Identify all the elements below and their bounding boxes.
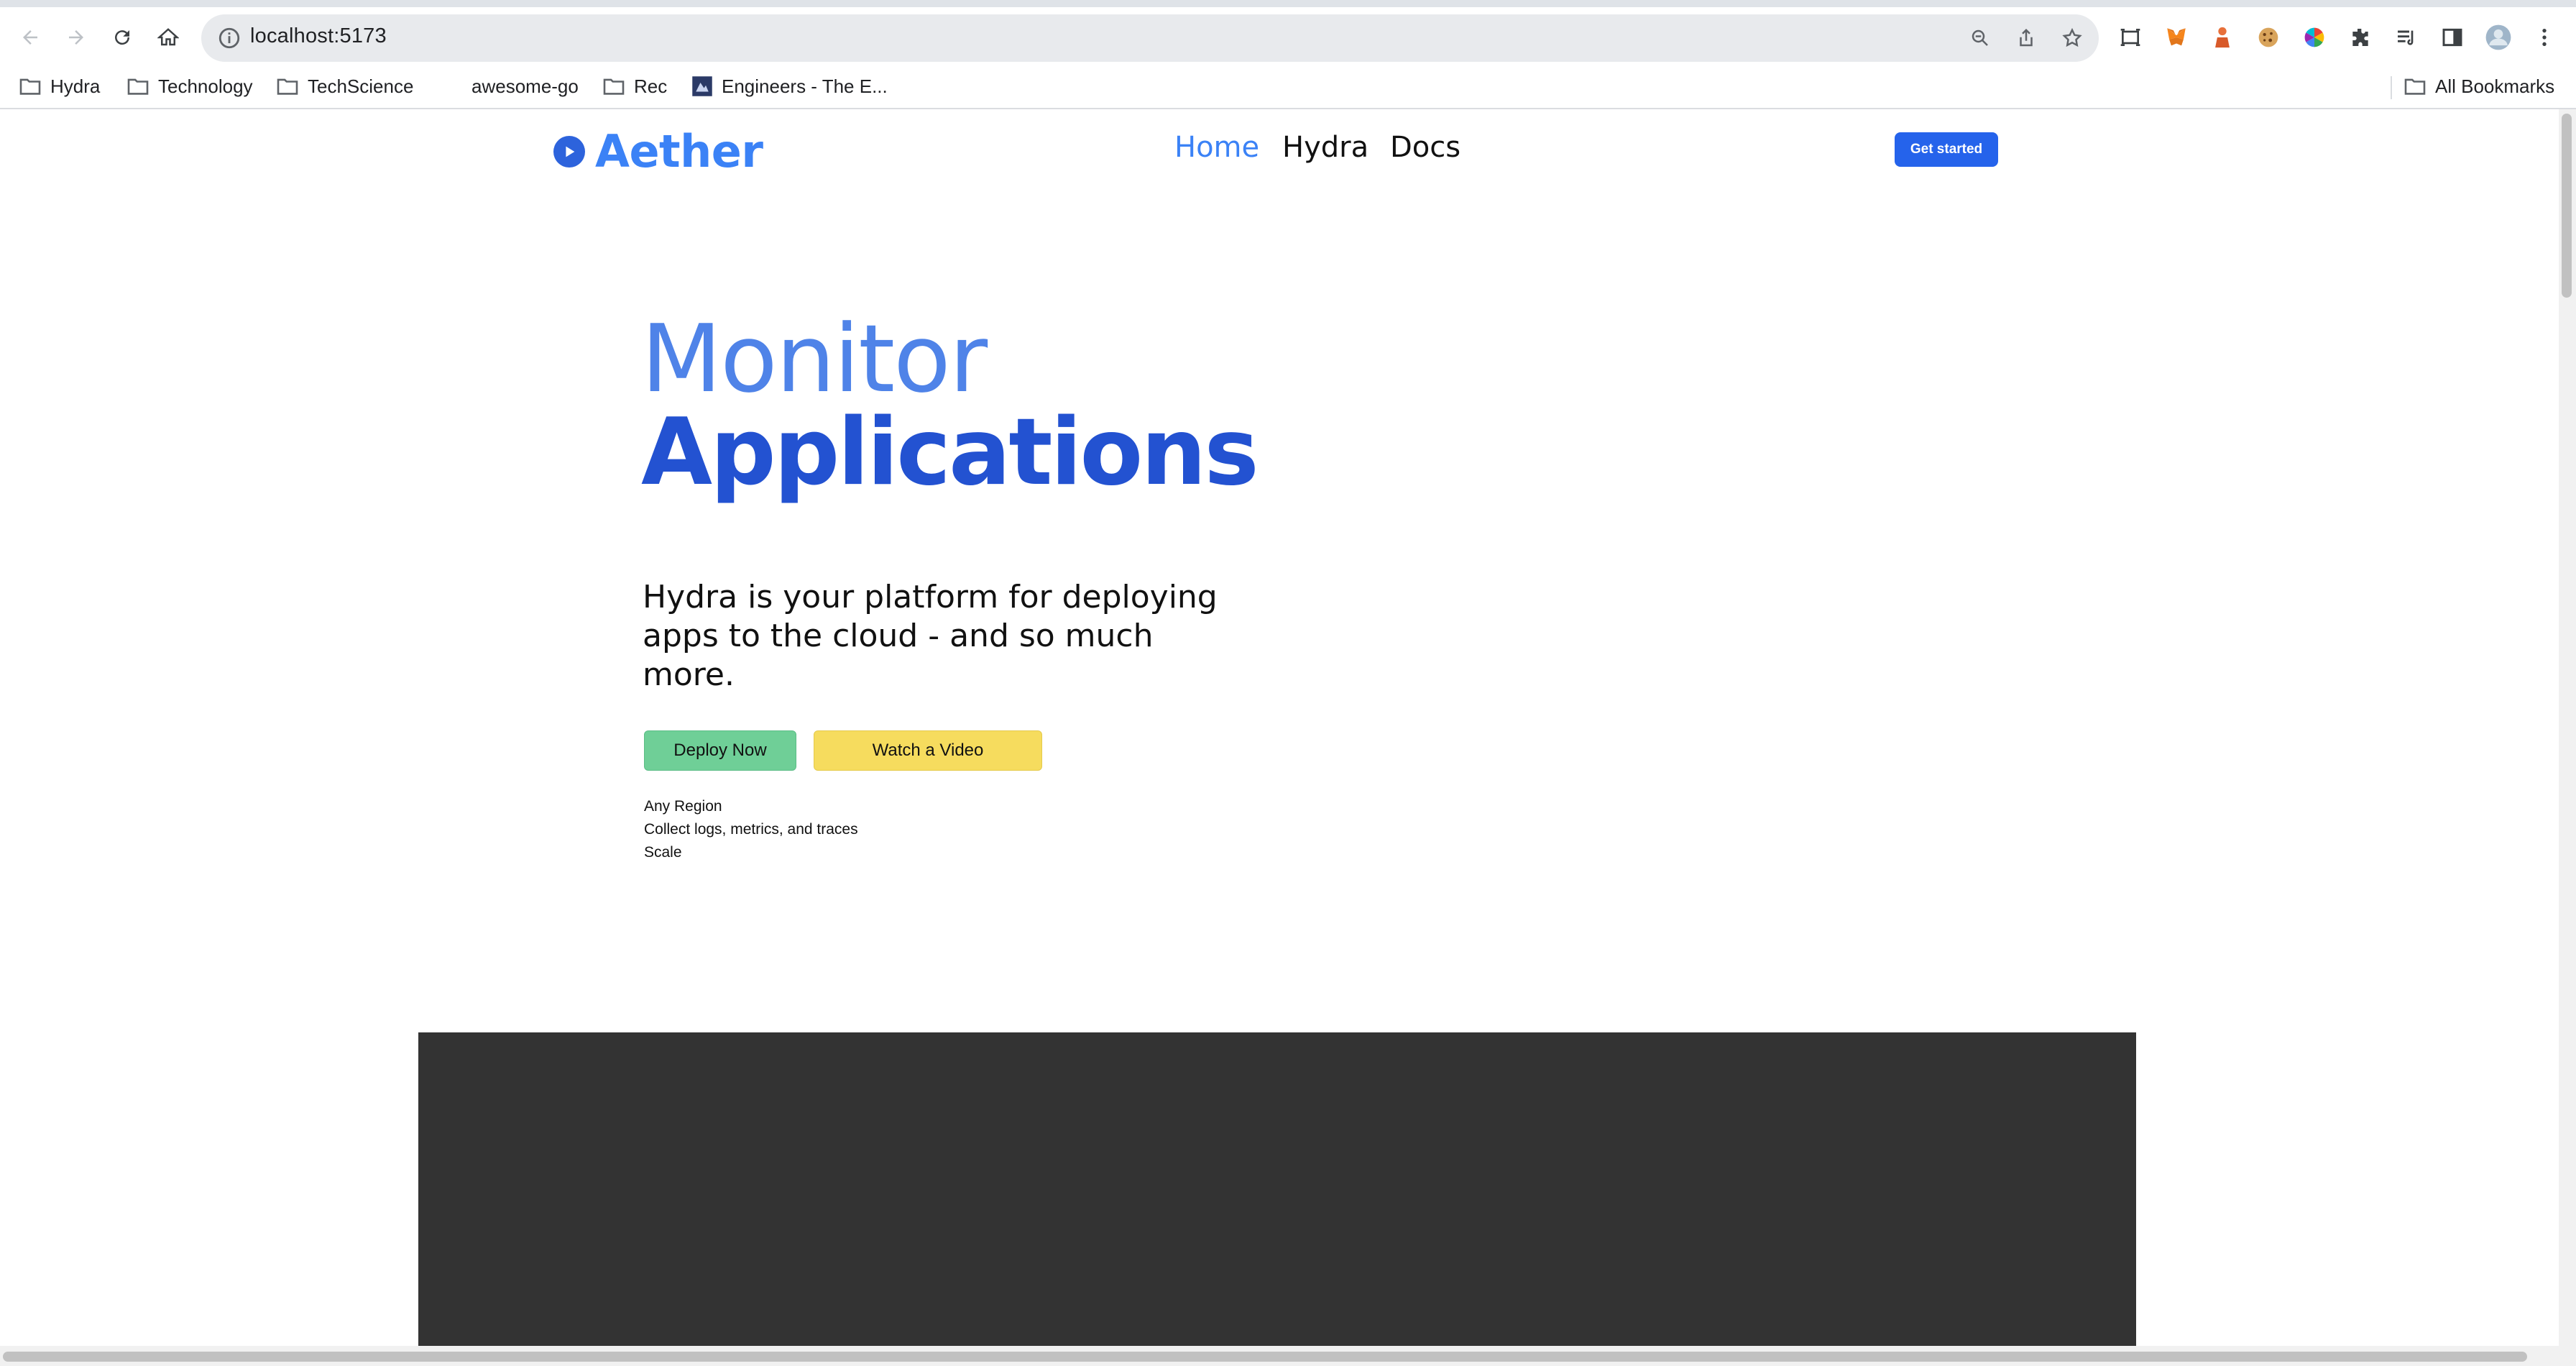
home-icon[interactable] <box>151 20 185 55</box>
folder-icon <box>2404 78 2426 95</box>
forward-icon[interactable] <box>59 20 93 55</box>
feature-item: Collect logs, metrics, and traces <box>644 821 858 838</box>
bookmarks-bar: Hydra Technology TechScience awesome-go … <box>0 63 2576 109</box>
extension-figure-icon[interactable] <box>2207 22 2238 53</box>
extensions-puzzle-icon[interactable] <box>2345 22 2376 53</box>
hero-title-light: Monitor <box>641 304 988 413</box>
feature-item: Any Region <box>644 798 722 815</box>
cookie-icon[interactable] <box>2253 22 2284 53</box>
deploy-now-button[interactable]: Deploy Now <box>644 730 796 771</box>
browser-toolbar: localhost:5173 <box>0 0 2576 63</box>
nav-home[interactable]: Home <box>1174 131 1259 164</box>
bookmark-label: Hydra <box>50 75 101 97</box>
bookmark-star-icon[interactable] <box>2058 24 2086 52</box>
folder-icon <box>127 78 149 95</box>
brand-logo[interactable]: Aether <box>553 125 763 178</box>
screen-capture-icon[interactable] <box>2115 22 2146 53</box>
reload-icon[interactable] <box>105 20 139 55</box>
hero-subtitle: Hydra is your platform for deploying app… <box>643 579 1218 693</box>
play-logo-icon <box>553 135 585 168</box>
brand-name: Aether <box>595 125 763 178</box>
bookmarks-divider <box>2391 76 2392 99</box>
folder-icon <box>277 78 298 95</box>
address-bar[interactable]: localhost:5173 <box>201 14 2099 62</box>
bookmark-label: awesome-go <box>472 75 579 97</box>
web-page: Aether Home Hydra Docs Get started Monit… <box>0 109 2559 1346</box>
metamask-fox-icon[interactable] <box>2161 22 2192 53</box>
dark-media-section <box>418 1032 2136 1346</box>
zoom-icon[interactable] <box>1966 24 1994 52</box>
bookmark-label: Technology <box>158 75 253 97</box>
bookmark-label: TechScience <box>308 75 414 97</box>
bookmark-folder-rec[interactable]: Rec <box>602 70 667 102</box>
site-favicon-icon <box>692 76 712 96</box>
hero-title-bold: Applications <box>641 399 1259 506</box>
color-wheel-icon[interactable] <box>2299 22 2330 53</box>
menu-kebab-icon[interactable] <box>2529 22 2560 53</box>
folder-icon <box>19 78 41 95</box>
folder-icon <box>603 78 625 95</box>
feature-item: Scale <box>644 844 682 861</box>
reading-list-icon[interactable] <box>2391 22 2422 53</box>
side-panel-icon[interactable] <box>2437 22 2468 53</box>
url-text[interactable]: localhost:5173 <box>250 24 387 48</box>
bookmark-folder-techscience[interactable]: TechScience <box>276 70 413 102</box>
watch-video-button[interactable]: Watch a Video <box>814 730 1042 771</box>
share-icon[interactable] <box>2012 24 2040 52</box>
profile-avatar-icon[interactable] <box>2483 22 2514 53</box>
vertical-scroll-thumb[interactable] <box>2562 114 2572 298</box>
bookmark-folder-technology[interactable]: Technology <box>126 70 253 102</box>
bookmark-engineers[interactable]: Engineers - The E... <box>691 70 888 102</box>
back-icon[interactable] <box>13 20 47 55</box>
bookmark-label: Rec <box>634 75 668 97</box>
bookmark-folder-hydra[interactable]: Hydra <box>19 70 100 102</box>
bookmark-label: Engineers - The E... <box>722 75 888 97</box>
get-started-button[interactable]: Get started <box>1895 132 1998 167</box>
bookmark-awesome-go[interactable]: awesome-go <box>472 70 579 102</box>
nav-hydra[interactable]: Hydra <box>1282 131 1368 164</box>
site-info-icon[interactable] <box>217 26 242 50</box>
nav-docs[interactable]: Docs <box>1390 131 1460 164</box>
all-bookmarks[interactable]: All Bookmarks <box>2404 70 2554 102</box>
horizontal-scroll-thumb[interactable] <box>3 1352 2527 1362</box>
all-bookmarks-label: All Bookmarks <box>2435 75 2555 97</box>
